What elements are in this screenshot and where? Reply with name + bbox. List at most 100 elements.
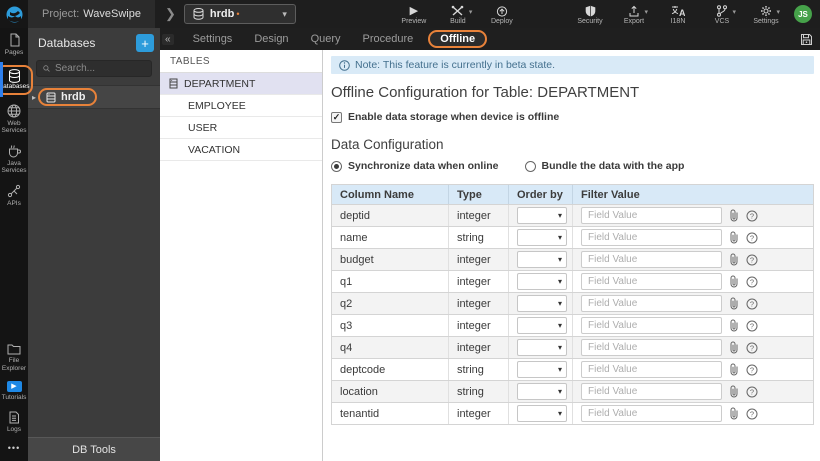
database-search[interactable] <box>36 60 152 77</box>
help-button[interactable]: ? <box>746 364 758 376</box>
svg-text:?: ? <box>750 387 754 396</box>
bind-variable-button[interactable] <box>729 407 739 420</box>
deploy-button[interactable]: Deploy <box>487 4 517 25</box>
table-item-employee[interactable]: EMPLOYEE <box>160 95 322 117</box>
column-name-cell: q2 <box>332 293 449 314</box>
sidebar-item-file-explorer[interactable]: File Explorer <box>0 338 28 376</box>
tab-settings[interactable]: Settings <box>182 33 244 45</box>
help-button[interactable]: ? <box>746 342 758 354</box>
security-button[interactable]: Security <box>575 4 605 25</box>
question-mark-icon: ? <box>746 364 758 375</box>
i18n-button[interactable]: A I18N <box>663 4 693 25</box>
chevron-down-icon: ▾ <box>557 387 562 396</box>
tab-query[interactable]: Query <box>300 33 352 45</box>
order-by-select[interactable]: ▾ <box>517 383 567 400</box>
bind-variable-button[interactable] <box>729 253 739 266</box>
table-item-user[interactable]: USER <box>160 117 322 139</box>
help-button[interactable]: ? <box>746 320 758 332</box>
search-input[interactable] <box>55 63 145 74</box>
sidebar-item-java-services[interactable]: Java Services <box>0 139 28 179</box>
user-avatar[interactable]: JS <box>794 5 812 23</box>
sidebar-item-tutorials[interactable]: ▶ Tutorials <box>0 376 28 405</box>
build-button[interactable]: ▾ Build <box>443 4 473 25</box>
settings-button[interactable]: ▾ Settings <box>751 4 781 25</box>
order-by-select[interactable]: ▾ <box>517 251 567 268</box>
beta-note-text: Note: This feature is currently in beta … <box>355 59 555 71</box>
sidebar-item-pages[interactable]: Pages <box>0 28 28 60</box>
filter-value-input[interactable] <box>581 251 722 268</box>
table-item-department[interactable]: DEPARTMENT <box>160 73 322 95</box>
preview-button[interactable]: ▶ Preview <box>399 4 429 25</box>
bind-variable-button[interactable] <box>729 319 739 332</box>
bind-variable-button[interactable] <box>729 231 739 244</box>
database-icon <box>46 92 56 102</box>
bind-variable-button[interactable] <box>729 341 739 354</box>
checkbox-checked-icon[interactable]: ✓ <box>331 111 342 123</box>
filter-value-input[interactable] <box>581 361 722 378</box>
database-name: hrdb <box>61 91 86 103</box>
order-by-select[interactable]: ▾ <box>517 273 567 290</box>
order-by-select[interactable]: ▾ <box>517 295 567 312</box>
order-by-select[interactable]: ▾ <box>517 229 567 246</box>
export-button[interactable]: ▾ Export <box>619 4 649 25</box>
order-by-select[interactable]: ▾ <box>517 339 567 356</box>
bind-variable-button[interactable] <box>729 385 739 398</box>
column-type-cell: integer <box>449 249 509 270</box>
paperclip-icon <box>730 319 738 332</box>
tab-design[interactable]: Design <box>243 33 299 45</box>
filter-value-input[interactable] <box>581 273 722 290</box>
database-item-hrdb[interactable]: ▸ hrdb <box>28 85 160 109</box>
order-by-select[interactable]: ▾ <box>517 207 567 224</box>
bind-variable-button[interactable] <box>729 363 739 376</box>
filter-value-input[interactable] <box>581 317 722 334</box>
more-options-button[interactable]: ••• <box>8 437 20 461</box>
help-button[interactable]: ? <box>746 276 758 288</box>
help-button[interactable]: ? <box>746 210 758 222</box>
db-tools-button[interactable]: DB Tools <box>28 437 160 461</box>
vcs-button[interactable]: ▾ VCS <box>707 4 737 25</box>
order-by-select[interactable]: ▾ <box>517 361 567 378</box>
app-logo[interactable] <box>0 0 28 28</box>
sidebar-item-web-services[interactable]: Web Services <box>0 99 28 139</box>
question-mark-icon: ? <box>746 298 758 309</box>
database-selector-dropdown[interactable]: hrdb • ▾ <box>183 4 296 24</box>
tab-procedure[interactable]: Procedure <box>352 33 425 45</box>
radio-unselected-icon[interactable] <box>524 160 536 172</box>
table-item-vacation[interactable]: VACATION <box>160 139 322 161</box>
question-mark-icon: ? <box>746 232 758 243</box>
collapse-panel-icon[interactable]: « <box>162 33 174 45</box>
bind-variable-button[interactable] <box>729 209 739 222</box>
save-button[interactable] <box>800 33 813 46</box>
filter-value-input[interactable] <box>581 339 722 356</box>
help-button[interactable]: ? <box>746 232 758 244</box>
expand-icon[interactable]: ▸ <box>32 93 36 102</box>
filter-value-input[interactable] <box>581 229 722 246</box>
filter-value-input[interactable] <box>581 207 722 224</box>
filter-value-input[interactable] <box>581 295 722 312</box>
header-filter-value: Filter Value <box>581 188 640 201</box>
order-by-select[interactable]: ▾ <box>517 405 567 422</box>
radio-synchronize-online[interactable]: Synchronize data when online <box>331 160 499 172</box>
sidebar-item-databases[interactable]: Databases <box>0 60 33 98</box>
help-button[interactable]: ? <box>746 408 758 420</box>
radio-selected-icon[interactable] <box>331 160 342 172</box>
help-button[interactable]: ? <box>746 254 758 266</box>
deploy-cloud-icon <box>496 5 507 17</box>
bind-variable-button[interactable] <box>729 297 739 310</box>
tab-offline[interactable]: Offline <box>428 30 488 48</box>
filter-value-input[interactable] <box>581 383 722 400</box>
help-button[interactable]: ? <box>746 386 758 398</box>
question-mark-icon: ? <box>746 342 758 353</box>
help-button[interactable]: ? <box>746 298 758 310</box>
chevron-down-icon: ▾ <box>557 233 562 242</box>
annotation-highlight-databases: Databases <box>0 65 33 95</box>
add-database-button[interactable]: + <box>136 34 154 52</box>
sidebar-item-apis[interactable]: APIs <box>0 179 28 211</box>
radio-bundle-with-app[interactable]: Bundle the data with the app <box>524 160 684 172</box>
sidebar-item-logs[interactable]: Logs <box>0 406 28 437</box>
bind-variable-button[interactable] <box>729 275 739 288</box>
table-row: q3 integer ▾ Field Value ? <box>332 315 813 337</box>
order-by-select[interactable]: ▾ <box>517 317 567 334</box>
filter-value-input[interactable] <box>581 405 722 422</box>
enable-offline-checkbox[interactable]: ✓ Enable data storage when device is off… <box>331 111 820 123</box>
